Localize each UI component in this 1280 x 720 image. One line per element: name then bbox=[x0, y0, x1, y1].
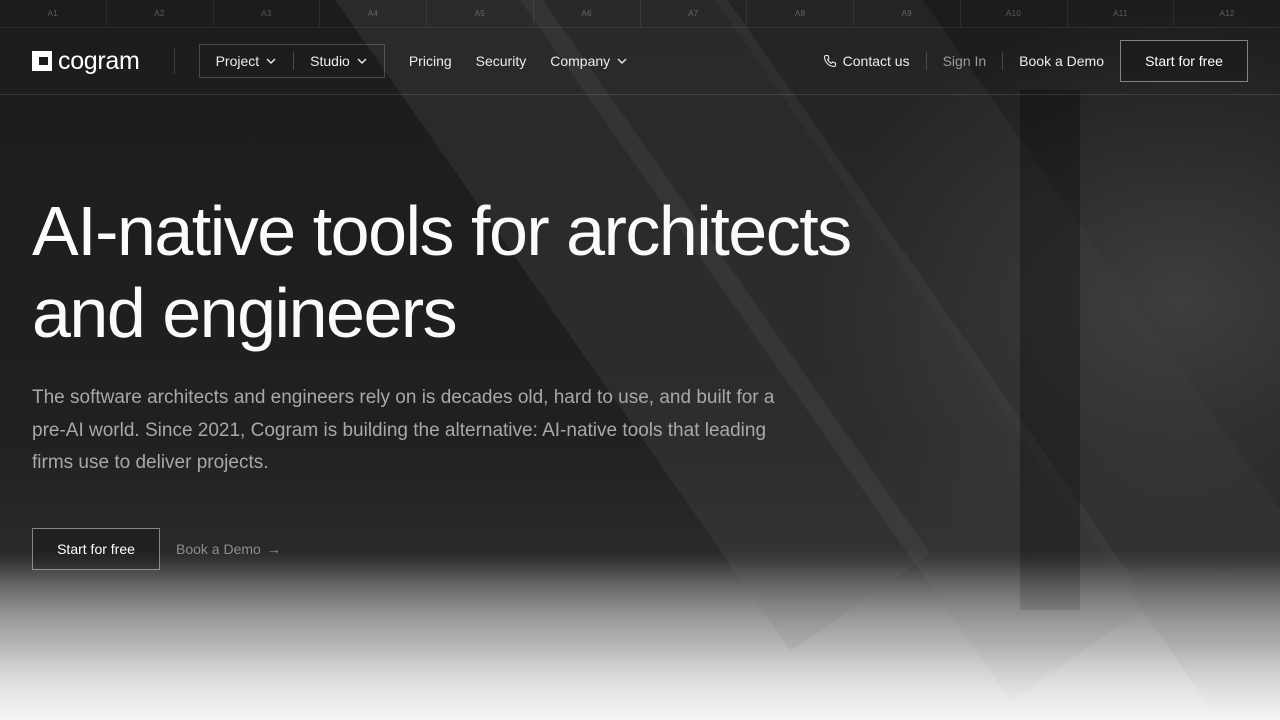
chevron-down-icon bbox=[266, 58, 276, 64]
nav-dropdown-project[interactable]: Project bbox=[200, 45, 294, 77]
phone-icon bbox=[823, 54, 836, 68]
hero-title-line: and engineers bbox=[32, 274, 458, 352]
nav-link-security[interactable]: Security bbox=[476, 53, 527, 69]
top-nav: cogram Project Studio Pricing Security C… bbox=[0, 28, 1280, 95]
nav-dropdown-label: Studio bbox=[310, 53, 350, 69]
logo-link[interactable]: cogram bbox=[32, 47, 140, 76]
hero-title: AI-native tools for architects and engin… bbox=[32, 190, 932, 354]
arrow-right-icon: → bbox=[266, 541, 281, 557]
nav-divider bbox=[925, 52, 927, 70]
nav-divider bbox=[173, 48, 175, 74]
ruler-cell: A4 bbox=[320, 0, 427, 27]
contact-us-link[interactable]: Contact us bbox=[823, 53, 910, 69]
nav-dropdown-studio[interactable]: Studio bbox=[294, 45, 384, 77]
book-demo-label: Book a Demo bbox=[176, 541, 261, 557]
grid-ruler: A1 A2 A3 A4 A5 A6 A7 A8 A9 A10 A11 A12 bbox=[0, 0, 1280, 28]
ruler-cell: A10 bbox=[961, 0, 1068, 27]
hero-title-line: AI-native tools for architects bbox=[32, 192, 852, 270]
ruler-cell: A1 bbox=[0, 0, 107, 27]
nav-right: Contact us Sign In Book a Demo Start for… bbox=[823, 40, 1248, 82]
nav-dropdown-company[interactable]: Company bbox=[550, 53, 628, 69]
background-shadow bbox=[1020, 90, 1080, 610]
chevron-down-icon bbox=[617, 58, 627, 64]
ruler-cell: A7 bbox=[641, 0, 748, 27]
ruler-cell: A2 bbox=[107, 0, 214, 27]
nav-dropdown-label: Company bbox=[550, 53, 611, 69]
hero-cta-row: Start for free Book a Demo → bbox=[32, 528, 281, 570]
ruler-cell: A6 bbox=[534, 0, 641, 27]
nav-link-pricing[interactable]: Pricing bbox=[409, 53, 452, 69]
bottom-fade bbox=[0, 550, 1280, 720]
nav-dropdown-label: Project bbox=[215, 53, 260, 69]
start-for-free-button[interactable]: Start for free bbox=[1120, 40, 1248, 82]
logo-text: cogram bbox=[58, 46, 140, 75]
hero-start-for-free-button[interactable]: Start for free bbox=[32, 528, 160, 570]
product-dropdown-group: Project Studio bbox=[198, 44, 385, 78]
ruler-cell: A5 bbox=[427, 0, 534, 27]
ruler-cell: A3 bbox=[214, 0, 321, 27]
ruler-cell: A11 bbox=[1068, 0, 1175, 27]
sign-in-link[interactable]: Sign In bbox=[943, 53, 987, 69]
hero-book-demo-link[interactable]: Book a Demo → bbox=[176, 541, 281, 557]
chevron-down-icon bbox=[357, 58, 367, 64]
hero-subtitle: The software architects and engineers re… bbox=[32, 387, 775, 473]
ruler-cell: A9 bbox=[854, 0, 961, 27]
ruler-cell: A12 bbox=[1219, 9, 1235, 18]
logo-mark-icon bbox=[32, 51, 52, 71]
ruler-cell: A8 bbox=[747, 0, 854, 27]
nav-divider bbox=[1002, 52, 1004, 70]
book-demo-link[interactable]: Book a Demo bbox=[1019, 53, 1104, 69]
contact-us-label: Contact us bbox=[842, 53, 910, 69]
